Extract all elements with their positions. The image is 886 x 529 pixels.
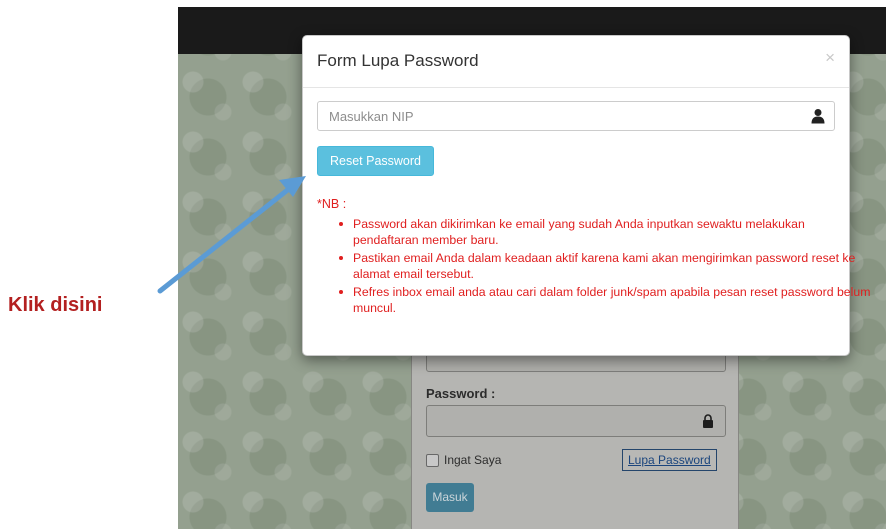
- user-icon: [811, 109, 825, 124]
- list-item: Password akan dikirimkan ke email yang s…: [339, 216, 873, 248]
- annotation-label: Klik disini: [8, 294, 103, 316]
- close-icon[interactable]: ×: [825, 48, 835, 68]
- nip-input[interactable]: [317, 101, 835, 131]
- list-item: Pastikan email Anda dalam keadaan aktif …: [339, 250, 873, 282]
- forgot-password-modal: Form Lupa Password × Reset Password *NB …: [302, 35, 870, 356]
- modal-header: Form Lupa Password ×: [303, 36, 849, 88]
- nb-label: *NB :: [317, 197, 347, 211]
- list-item: Refres inbox email anda atau cari dalam …: [339, 284, 873, 316]
- notes-list: Password akan dikirimkan ke email yang s…: [317, 216, 873, 318]
- reset-password-button[interactable]: Reset Password: [317, 146, 434, 176]
- modal-title: Form Lupa Password: [317, 51, 479, 70]
